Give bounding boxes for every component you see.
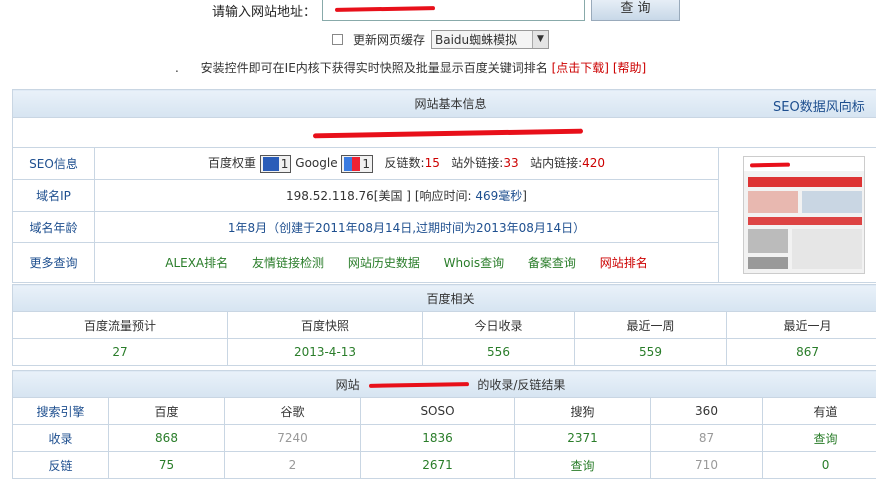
cache-checkbox[interactable] (332, 34, 343, 45)
index-header: 百度 (108, 397, 225, 425)
spider-select-value: Baidu蜘蛛模拟 (435, 33, 518, 47)
index-header: 有道 (761, 397, 876, 425)
chevron-down-icon: ▼ (532, 31, 549, 48)
ip-value: 198.52.118.76[美国 ] (286, 189, 411, 203)
index-cell[interactable]: 2371 (514, 424, 651, 452)
baidu-weight-badge: 1 (259, 154, 292, 173)
site-thumbnail[interactable] (742, 156, 865, 274)
baidu-weight-value: 1 (280, 156, 289, 171)
inlinks-value[interactable]: 420 (582, 156, 605, 170)
index-row-label: 反链 (12, 451, 109, 479)
whois-link[interactable]: Whois查询 (444, 256, 504, 270)
spider-select[interactable]: Baidu蜘蛛模拟 ▼ (431, 30, 550, 49)
baidu-value[interactable]: 867 (725, 338, 876, 366)
url-label: 请输入网站地址： (212, 5, 317, 20)
baidu-value[interactable]: 559 (574, 338, 727, 366)
index-cell[interactable]: 2671 (360, 451, 515, 479)
google-label: Google (295, 156, 338, 171)
notice-text: 安装控件即可在IE内核下获得实时快照及批量显示百度关键词排名 (200, 61, 548, 75)
index-header: 搜狗 (514, 397, 651, 425)
index-header: SOSO (360, 397, 515, 425)
redaction-mark (749, 162, 790, 168)
age-label: 域名年龄 (12, 211, 95, 243)
seo-label: SEO信息 (12, 147, 95, 180)
alexa-link[interactable]: ALEXA排名 (165, 256, 228, 270)
site-thumbnail-cell (717, 147, 876, 283)
ip-label: 域名IP (12, 179, 95, 212)
index-cell[interactable]: 7240 (224, 424, 361, 452)
notice: . 安装控件即可在IE内核下获得实时快照及批量显示百度关键词排名 [点击下载] … (175, 61, 647, 75)
index-cell[interactable]: 75 (108, 451, 225, 479)
response-close: ] (522, 189, 527, 203)
index-header: 搜索引擎 (12, 397, 109, 425)
index-title-suffix: 的收录/反链结果 (477, 377, 566, 392)
seo-info: 百度权重 1 Google 1 反链数:15 站外链接:33 站内链接:420 (94, 147, 719, 180)
download-link[interactable]: [点击下载] (552, 61, 609, 75)
baidu-header: 最近一周 (574, 311, 727, 339)
index-cell[interactable]: 1836 (360, 424, 515, 452)
google-pr-badge: 1 (341, 154, 374, 173)
cache-label: 更新网页缓存 (353, 33, 426, 47)
site-rank-link[interactable]: 网站排名 (600, 256, 648, 270)
index-cell[interactable]: 868 (108, 424, 225, 452)
baidu-header: 今日收录 (422, 311, 575, 339)
options-row: 更新网页缓存 Baidu蜘蛛模拟 ▼ (332, 30, 550, 49)
google-pr-value: 1 (362, 156, 371, 171)
index-cell[interactable]: 查询 (514, 451, 651, 479)
index-cell[interactable]: 710 (650, 451, 763, 479)
baidu-header: 百度流量预计 (12, 311, 228, 339)
index-title: 网站 的收录/反链结果 (11, 370, 876, 398)
more-links: ALEXA排名 友情链接检测 网站历史数据 Whois查询 备案查询 网站排名 (94, 242, 719, 283)
outlinks-label: 站外链接: (451, 156, 504, 171)
icp-link[interactable]: 备案查询 (528, 256, 576, 270)
baidu-paw-icon (262, 157, 279, 172)
baidu-weight-label: 百度权重 (207, 156, 256, 171)
baidu-value: 27 (12, 338, 228, 366)
index-row-label: 收录 (12, 424, 109, 452)
index-title-prefix: 网站 (335, 377, 360, 392)
baidu-table: 百度相关 百度流量预计 百度快照 今日收录 最近一周 最近一月 27 2013-… (11, 284, 876, 366)
history-link[interactable]: 网站历史数据 (348, 256, 420, 270)
basic-info-table: 网站基本信息 SEO数据风向标 SEO信息 百度权重 1 Google 1 反链… (11, 89, 876, 283)
age-value: 1年8月（创建于2011年08月14日,过期时间为2013年08月14日） (94, 211, 719, 243)
more-label: 更多查询 (12, 242, 95, 283)
seo-trend-link[interactable]: SEO数据风向标 (773, 96, 865, 115)
index-cell[interactable]: 查询 (761, 424, 876, 452)
baidu-header: 最近一月 (725, 311, 876, 339)
basic-info-title: 网站基本信息 (414, 97, 487, 111)
index-cell[interactable]: 87 (650, 424, 763, 452)
redaction-mark (312, 128, 584, 139)
index-header: 360 (650, 397, 763, 425)
outlinks-value[interactable]: 33 (503, 156, 518, 170)
basic-info-header: 网站基本信息 SEO数据风向标 (11, 89, 876, 118)
index-table: 网站 的收录/反链结果 搜索引擎 百度 谷歌 SOSO 搜狗 360 有道 收录… (11, 370, 876, 479)
index-cell[interactable]: 0 (761, 451, 876, 479)
help-link[interactable]: [帮助] (613, 61, 646, 75)
backlinks-value[interactable]: 15 (425, 156, 440, 170)
friend-link-check[interactable]: 友情链接检测 (252, 256, 324, 270)
ip-info: 198.52.118.76[美国 ] [响应时间: 469毫秒] (94, 179, 719, 212)
inlinks-label: 站内链接: (530, 156, 583, 171)
baidu-header: 百度快照 (227, 311, 423, 339)
backlinks-label: 反链数: (384, 156, 425, 171)
response-label: [响应时间: (414, 189, 472, 203)
google-icon (344, 157, 361, 172)
response-value: 469毫秒 (475, 189, 523, 203)
query-button[interactable]: 查 询 (591, 0, 680, 21)
index-header: 谷歌 (224, 397, 361, 425)
baidu-title: 百度相关 (11, 284, 876, 312)
site-title-row (11, 117, 876, 148)
index-cell[interactable]: 2 (224, 451, 361, 479)
baidu-value[interactable]: 2013-4-13 (227, 338, 423, 366)
baidu-value[interactable]: 556 (422, 338, 575, 366)
